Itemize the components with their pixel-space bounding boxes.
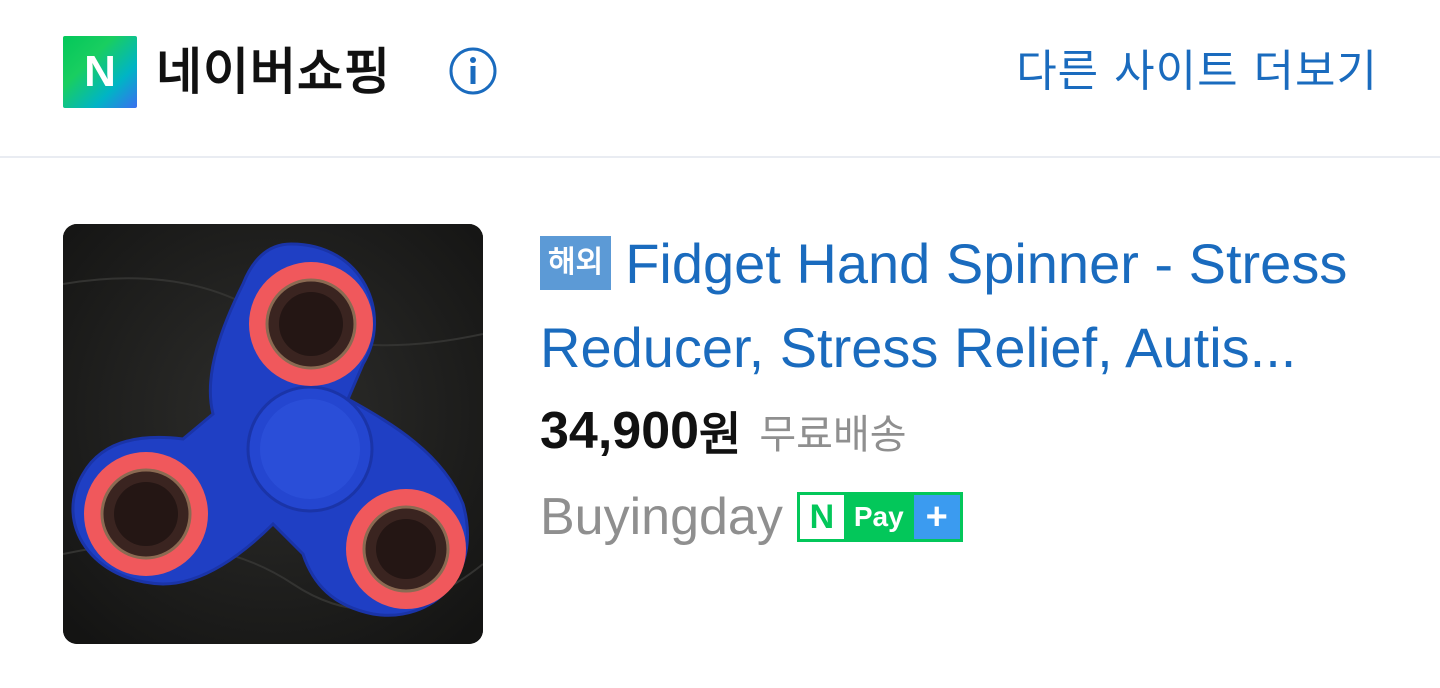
shopping-header: N 네이버쇼핑 다른 사이트 더보기 [0,0,1440,158]
seller-name[interactable]: Buyingday [540,487,783,547]
price-unit: 원 [699,407,742,461]
product-thumbnail[interactable] [63,224,483,644]
npay-n-icon: N [799,495,844,539]
spinner-left-bearing [84,452,208,576]
product-title-link[interactable]: 해외 Fidget Hand Spinner - Stress Reducer, … [540,222,1380,390]
info-circle-icon[interactable] [448,46,498,96]
spinner-cap [260,399,360,499]
logo-letter: N [84,47,116,96]
spinner-top-bearing [249,262,373,386]
plus-icon: + [913,495,960,539]
product-title: Fidget Hand Spinner - Stress Reducer, St… [540,232,1348,379]
product-card[interactable]: 해외 Fidget Hand Spinner - Stress Reducer, … [0,160,1440,688]
shipping-info: 무료배송 [759,412,907,458]
spinner-right-bearing [346,489,466,609]
overseas-badge: 해외 [540,236,612,290]
fidget-spinner-image [63,224,483,644]
price-row: 34,900 원 무료배송 [540,398,1380,464]
naver-logo[interactable]: N [63,36,137,108]
npay-plus-badge: N Pay + [796,492,963,542]
brand-title: 네이버쇼핑 [156,43,391,101]
product-info: 해외 Fidget Hand Spinner - Stress Reducer, … [540,222,1380,550]
product-price: 34,900 [540,402,700,460]
more-sites-link[interactable]: 다른 사이트 더보기 [1016,40,1378,104]
npay-pay-label: Pay [843,495,914,539]
seller-row: Buyingday N Pay + [540,484,1380,550]
